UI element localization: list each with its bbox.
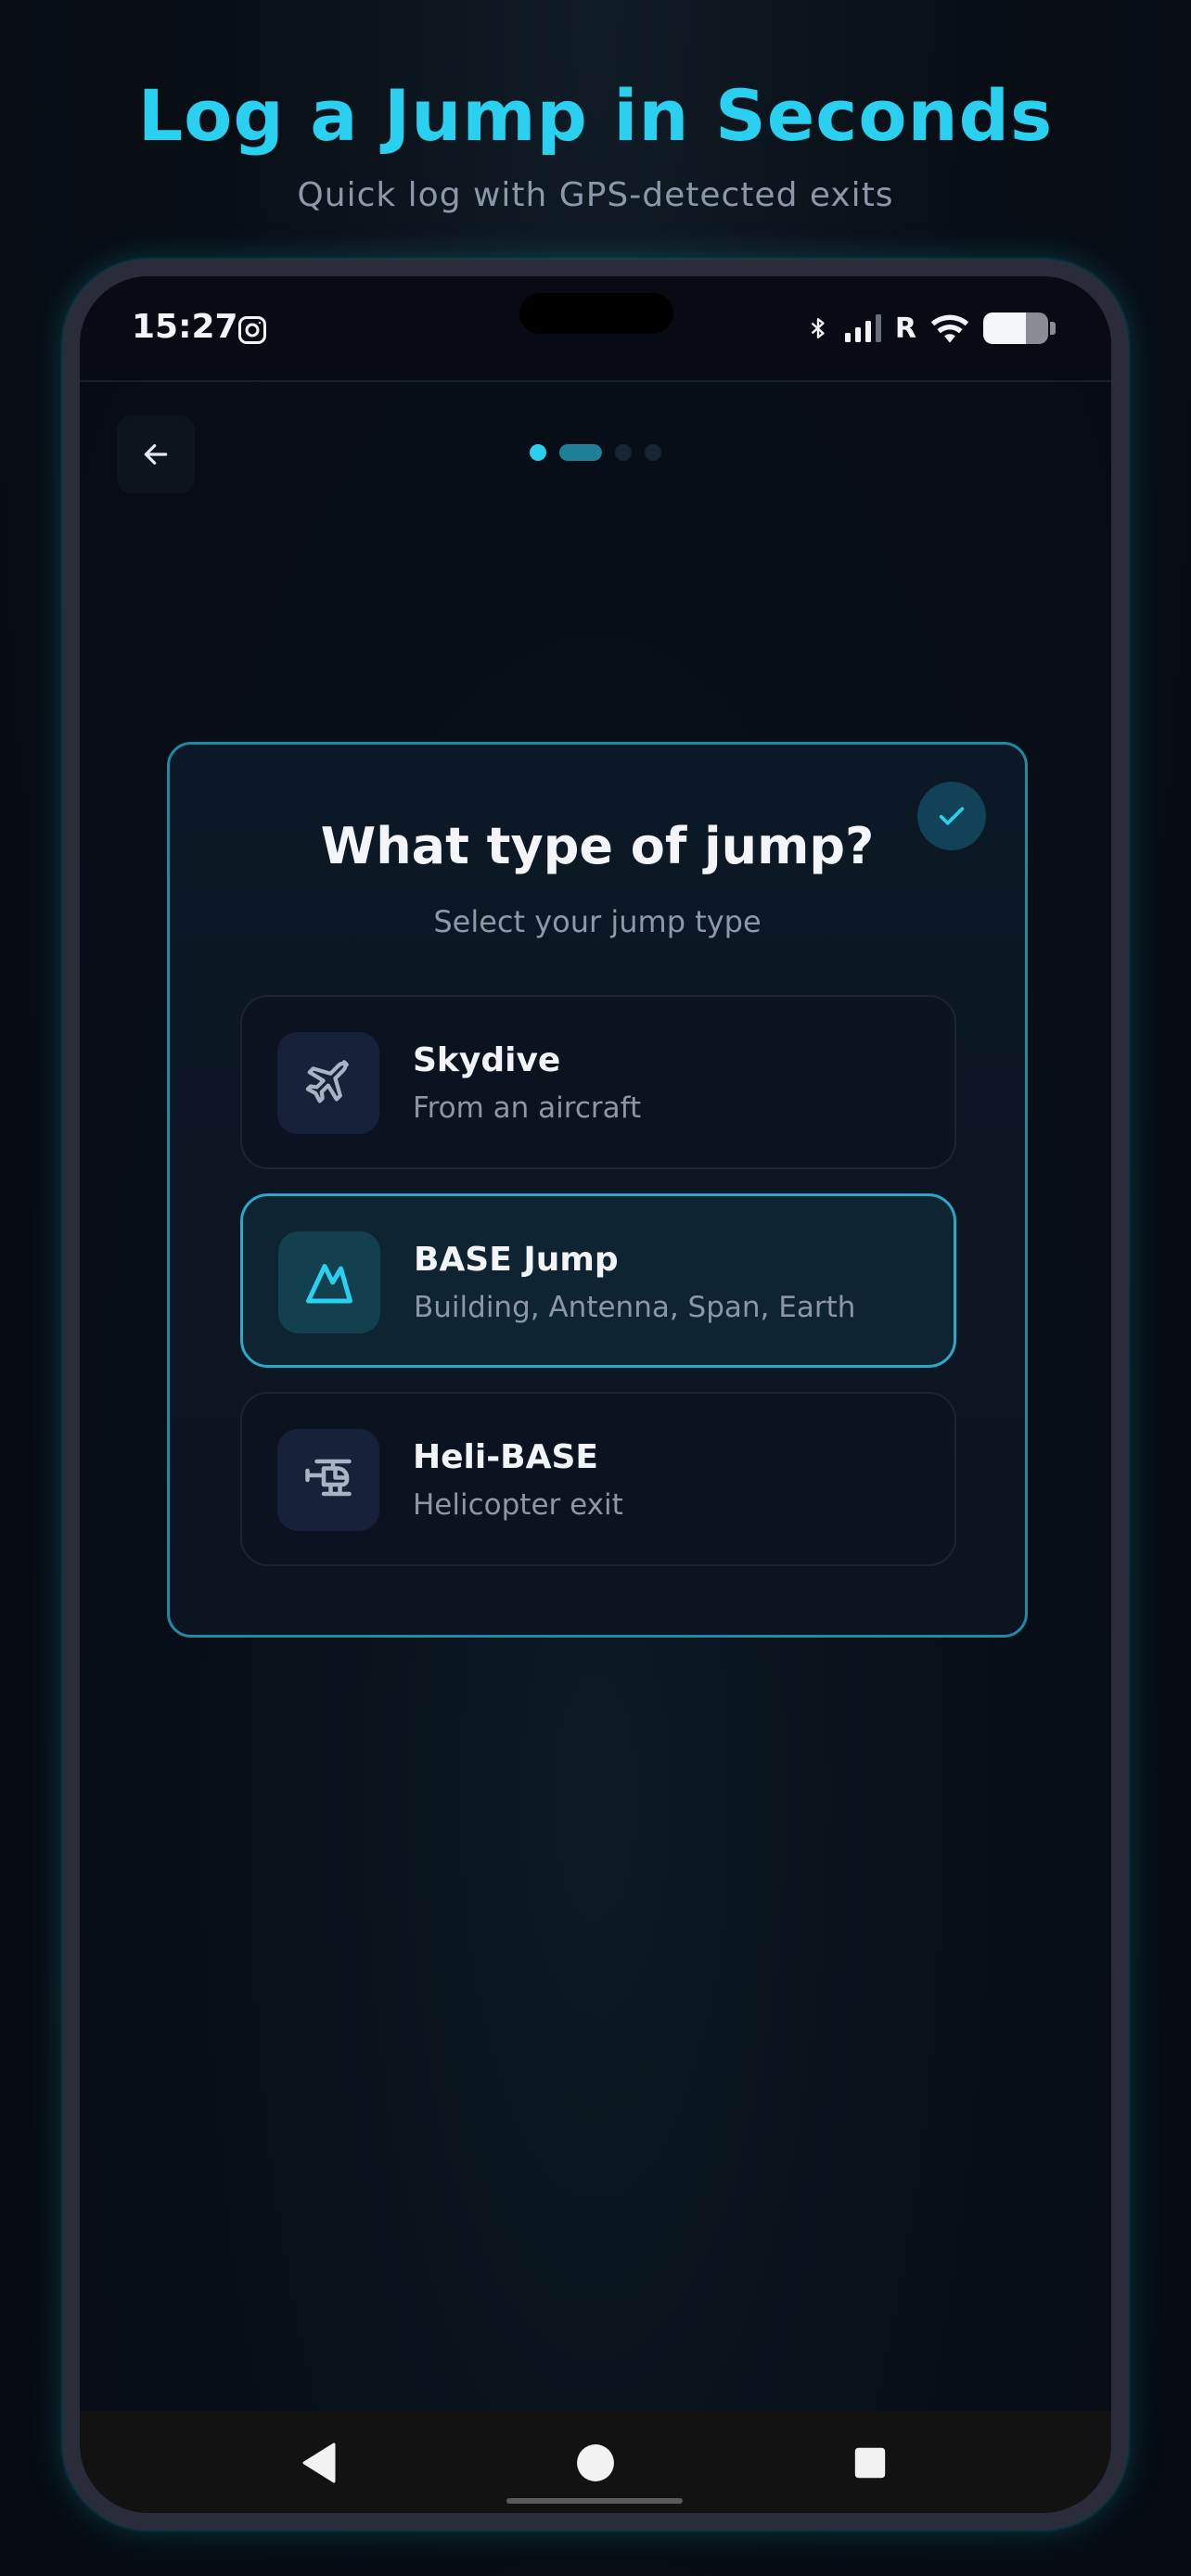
option-skydive[interactable]: Skydive From an aircraft	[240, 995, 956, 1169]
status-time: 15:27	[132, 308, 238, 346]
roaming-indicator: R	[894, 312, 916, 345]
option-base-jump[interactable]: BASE Jump Building, Antenna, Span, Earth	[240, 1193, 956, 1368]
progress-dot-3	[615, 444, 632, 461]
home-indicator	[506, 2498, 683, 2504]
option-title-heli: Heli-BASE	[413, 1438, 598, 1476]
card-subtitle: Select your jump type	[433, 904, 762, 939]
promo-page: Log a Jump in Seconds Quick log with GPS…	[0, 0, 1191, 2576]
instagram-icon	[238, 316, 266, 344]
option-title-base: BASE Jump	[414, 1241, 619, 1279]
option-icon-box	[277, 1429, 379, 1531]
progress-dot-4	[645, 444, 661, 461]
signal-icon	[844, 314, 881, 342]
nav-recents-button[interactable]	[846, 2439, 894, 2487]
option-title-skydive: Skydive	[413, 1041, 561, 1079]
option-icon-box	[278, 1231, 380, 1333]
status-bar: 15:27 R	[80, 276, 1111, 382]
helicopter-icon	[305, 1459, 352, 1497]
step-progress-dots	[80, 444, 1111, 461]
promo-subheadline: Quick log with GPS-detected exits	[297, 176, 894, 214]
battery-icon	[983, 312, 1048, 344]
option-desc-skydive: From an aircraft	[413, 1091, 642, 1125]
circle-home-icon	[577, 2444, 614, 2481]
triangle-back-icon	[302, 2442, 336, 2483]
option-heli-base[interactable]: Heli-BASE Helicopter exit	[240, 1392, 956, 1566]
card-title: What type of jump?	[320, 817, 875, 875]
promo-headline: Log a Jump in Seconds	[137, 74, 1054, 157]
system-nav-bar	[80, 2411, 1111, 2513]
status-icons: R	[806, 308, 1056, 349]
nav-back-button[interactable]	[295, 2439, 343, 2487]
airplane-icon	[305, 1060, 349, 1103]
jump-type-card: What type of jump? Select your jump type…	[167, 742, 1028, 1638]
option-desc-heli: Helicopter exit	[413, 1488, 623, 1522]
progress-dot-1	[530, 444, 546, 461]
progress-dot-2	[559, 444, 602, 461]
mountain-icon	[306, 1264, 352, 1304]
wifi-icon	[930, 314, 969, 343]
nav-home-button[interactable]	[571, 2439, 620, 2487]
phone-screen: 15:27 R What type of jump? Select your j…	[80, 276, 1111, 2513]
battery-tip	[1050, 322, 1056, 335]
camera-notch	[519, 293, 673, 334]
phone-frame: 15:27 R What type of jump? Select your j…	[63, 260, 1128, 2530]
option-desc-base: Building, Antenna, Span, Earth	[414, 1291, 856, 1324]
bluetooth-icon	[811, 318, 825, 338]
square-recents-icon	[854, 2447, 886, 2479]
option-icon-box	[277, 1032, 379, 1134]
